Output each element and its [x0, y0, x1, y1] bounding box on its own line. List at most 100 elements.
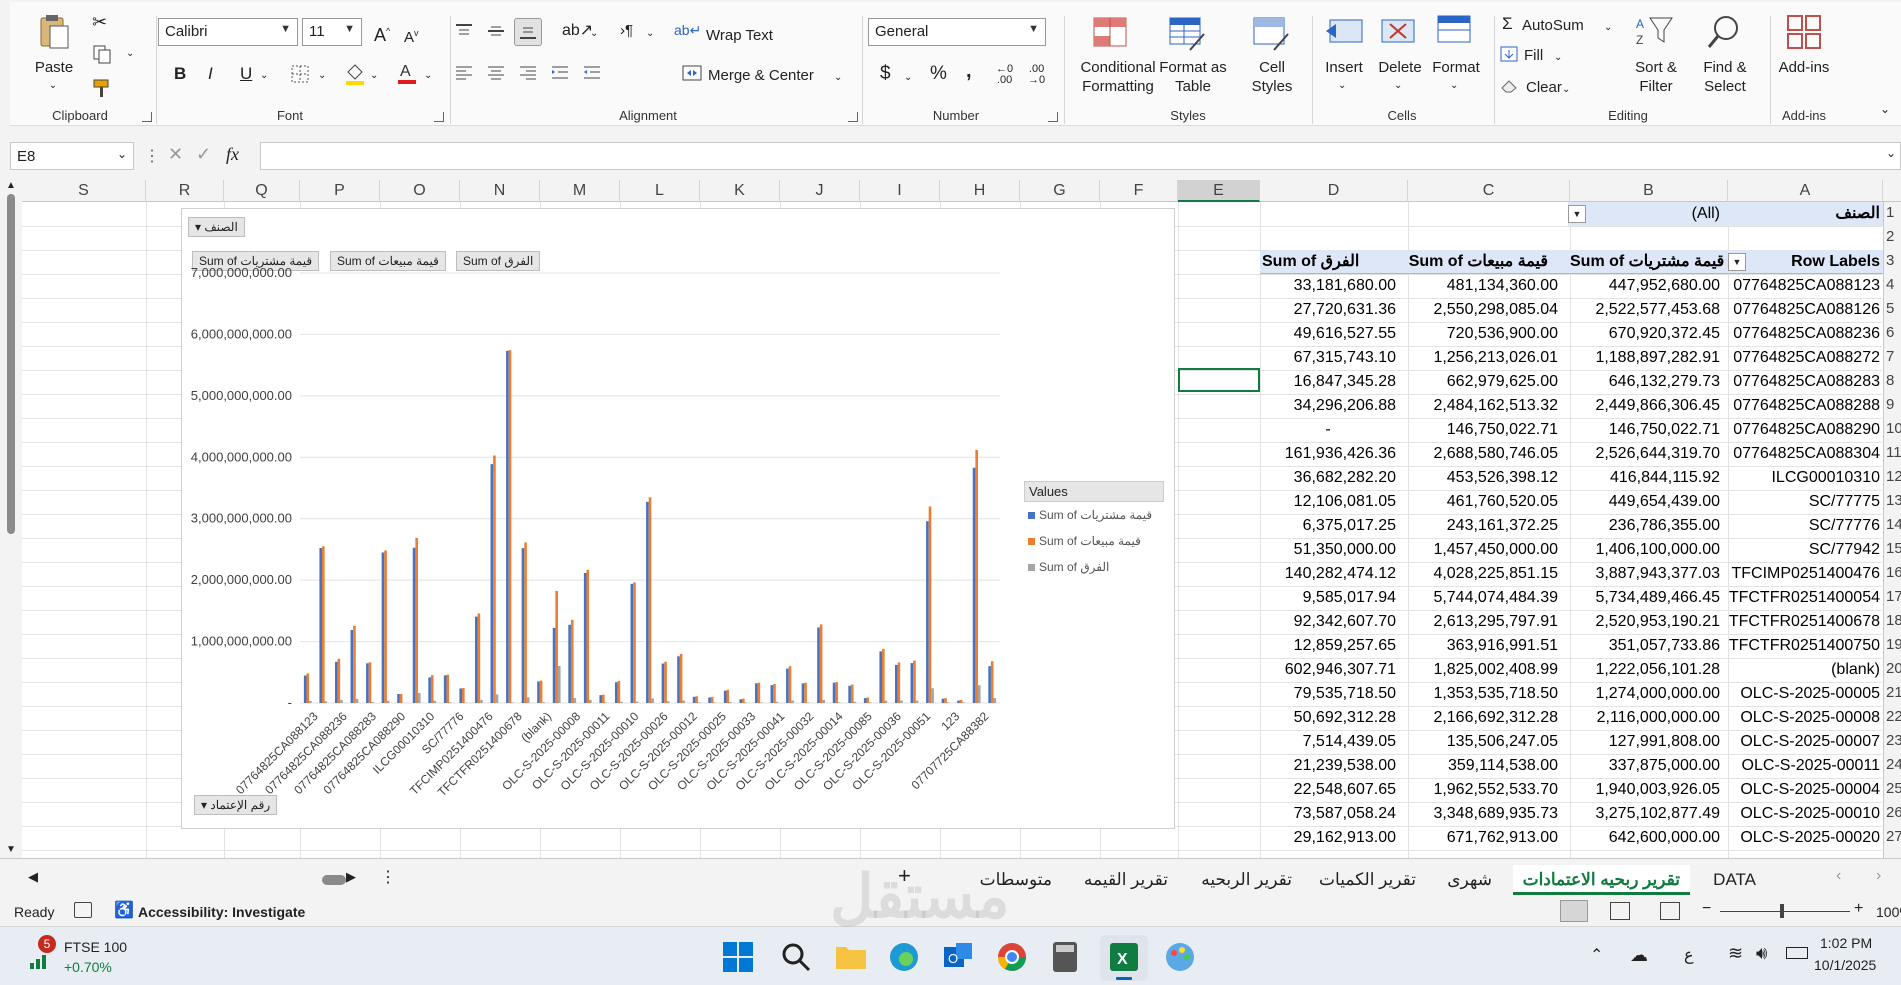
chart-bar[interactable] [941, 698, 945, 703]
chart-bar[interactable] [742, 698, 745, 703]
chart-bar[interactable] [381, 552, 385, 703]
chart-bar[interactable] [882, 648, 885, 703]
zoom-in-icon[interactable]: + [1854, 900, 1863, 918]
chart-bar[interactable] [542, 702, 546, 703]
legend-item[interactable]: Sum of الفرق [1024, 554, 1164, 580]
ticker-widget[interactable]: 5 FTSE 100 +0.70% [24, 935, 164, 979]
comma-style-button[interactable]: , [966, 61, 972, 81]
chart-bar[interactable] [866, 697, 870, 703]
sheet-tab[interactable]: DATA [1703, 865, 1766, 895]
column-header[interactable]: O [380, 180, 460, 202]
chevron-down-icon[interactable]: ⌄ [1554, 48, 1562, 67]
chart-bar[interactable] [506, 350, 509, 703]
column-header[interactable]: S [22, 180, 146, 202]
worksheet[interactable]: ▲ ▼ SRQPONMLKJIHGFEDCBA 1 2 3 4 5 6 7 8 9 10 11 12 1… [0, 180, 1901, 858]
chart-bar[interactable] [337, 658, 341, 703]
chart-axis-button[interactable]: ▾ رقم الإعتماد [194, 795, 278, 815]
chart-bar[interactable] [648, 497, 652, 703]
collapse-ribbon-icon[interactable]: ⌄ [1880, 100, 1890, 119]
increase-indent-icon[interactable] [550, 64, 570, 82]
chart-bar[interactable] [863, 698, 867, 703]
chart-bar[interactable] [446, 674, 450, 703]
chart-bar[interactable] [897, 662, 901, 703]
chevron-down-icon[interactable]: ⌄ [46, 76, 60, 95]
chart-bar[interactable] [726, 689, 730, 703]
excel-icon[interactable]: X [1100, 935, 1148, 981]
chart-bar[interactable] [417, 693, 421, 703]
chevron-down-icon[interactable]: ⌄ [424, 66, 432, 85]
fill-button[interactable]: Fill [1524, 46, 1543, 65]
wifi-icon[interactable]: ≋ [1728, 943, 1743, 964]
battery-icon[interactable] [1786, 947, 1808, 959]
prev-sheet-icon[interactable]: ‹ [1836, 867, 1841, 885]
zoom-out-icon[interactable]: − [1702, 900, 1711, 918]
chart-bar[interactable] [322, 546, 325, 703]
chart-bar[interactable] [666, 701, 670, 703]
align-bottom-icon[interactable] [514, 18, 542, 46]
clear-icon[interactable] [1500, 78, 1520, 94]
clock-time[interactable]: 1:02 PM [1820, 935, 1872, 951]
chart-bar[interactable] [397, 693, 400, 703]
outlook-icon[interactable]: O [942, 941, 974, 973]
chart-bar[interactable] [526, 697, 530, 703]
autosum-icon[interactable]: Σ [1502, 14, 1513, 33]
cell-styles-icon[interactable] [1252, 16, 1290, 52]
sort-filter-icon[interactable]: AZ [1634, 14, 1674, 48]
file-explorer-icon[interactable] [834, 941, 868, 971]
row-labels-filter-icon[interactable]: ▼ [1728, 253, 1746, 271]
chart-bar[interactable] [539, 680, 543, 703]
row-header[interactable]: 16 [1886, 564, 1901, 581]
chart-bar[interactable] [599, 695, 603, 703]
sheet-tab[interactable]: تقرير الكميات [1309, 865, 1426, 895]
chart-bar[interactable] [651, 698, 654, 703]
chart-bar[interactable] [775, 701, 779, 703]
more-tabs-icon[interactable]: ⋮ [380, 867, 396, 887]
chart-bar[interactable] [879, 651, 883, 703]
chart-bar[interactable] [583, 573, 587, 703]
chevron-down-icon[interactable]: ⌄ [646, 24, 654, 43]
row-header[interactable]: 3 [1886, 252, 1894, 269]
row-header[interactable]: 12 [1886, 468, 1901, 485]
align-left-icon[interactable] [454, 64, 474, 82]
chart-bar[interactable] [739, 699, 743, 703]
font-launcher-icon[interactable] [434, 112, 444, 122]
chart-bar[interactable] [791, 700, 794, 703]
row-header[interactable]: 14 [1886, 516, 1901, 533]
align-center-icon[interactable] [486, 64, 506, 82]
formula-input[interactable] [260, 142, 1901, 170]
sheet-tab[interactable]: تقرير الربحيه [1191, 865, 1302, 895]
tab-scroll-left-icon[interactable]: ◀ [28, 869, 38, 885]
column-header[interactable]: H [940, 180, 1020, 202]
edge-icon[interactable] [888, 941, 920, 973]
delete-cells-icon[interactable] [1380, 16, 1420, 48]
column-header[interactable]: C [1408, 180, 1570, 202]
format-painter-icon[interactable] [92, 78, 114, 98]
row-header[interactable]: 8 [1886, 372, 1894, 389]
row-header[interactable]: 22 [1886, 708, 1901, 725]
chart-bar[interactable] [614, 682, 618, 703]
row-header[interactable]: 21 [1886, 684, 1901, 701]
chart-bar[interactable] [804, 682, 807, 703]
chart-bar[interactable] [972, 467, 976, 703]
insert-cells-icon[interactable] [1324, 16, 1364, 48]
chart-bar[interactable] [570, 619, 574, 703]
chart-bar[interactable] [459, 688, 463, 703]
column-header[interactable]: B [1570, 180, 1728, 202]
scroll-thumb[interactable] [7, 194, 15, 534]
chart-bar[interactable] [384, 550, 387, 703]
row-header[interactable]: 18 [1886, 612, 1901, 629]
sheet-tab[interactable]: متوسطات [970, 865, 1062, 895]
chart-bar[interactable] [754, 683, 758, 703]
zoom-slider-thumb[interactable] [1780, 904, 1784, 918]
enter-icon[interactable]: ✓ [196, 144, 211, 165]
row-header[interactable]: 11 [1886, 444, 1901, 461]
row-header[interactable]: 25 [1886, 780, 1901, 797]
chart-bar[interactable] [928, 506, 932, 703]
chart-bar[interactable] [931, 688, 934, 703]
next-sheet-icon[interactable]: › [1876, 867, 1881, 885]
chart-bar[interactable] [832, 682, 836, 703]
row-header[interactable]: 15 [1886, 540, 1901, 557]
chart-bar[interactable] [988, 666, 991, 703]
chart-bar[interactable] [664, 661, 667, 703]
start-icon[interactable] [722, 941, 754, 973]
